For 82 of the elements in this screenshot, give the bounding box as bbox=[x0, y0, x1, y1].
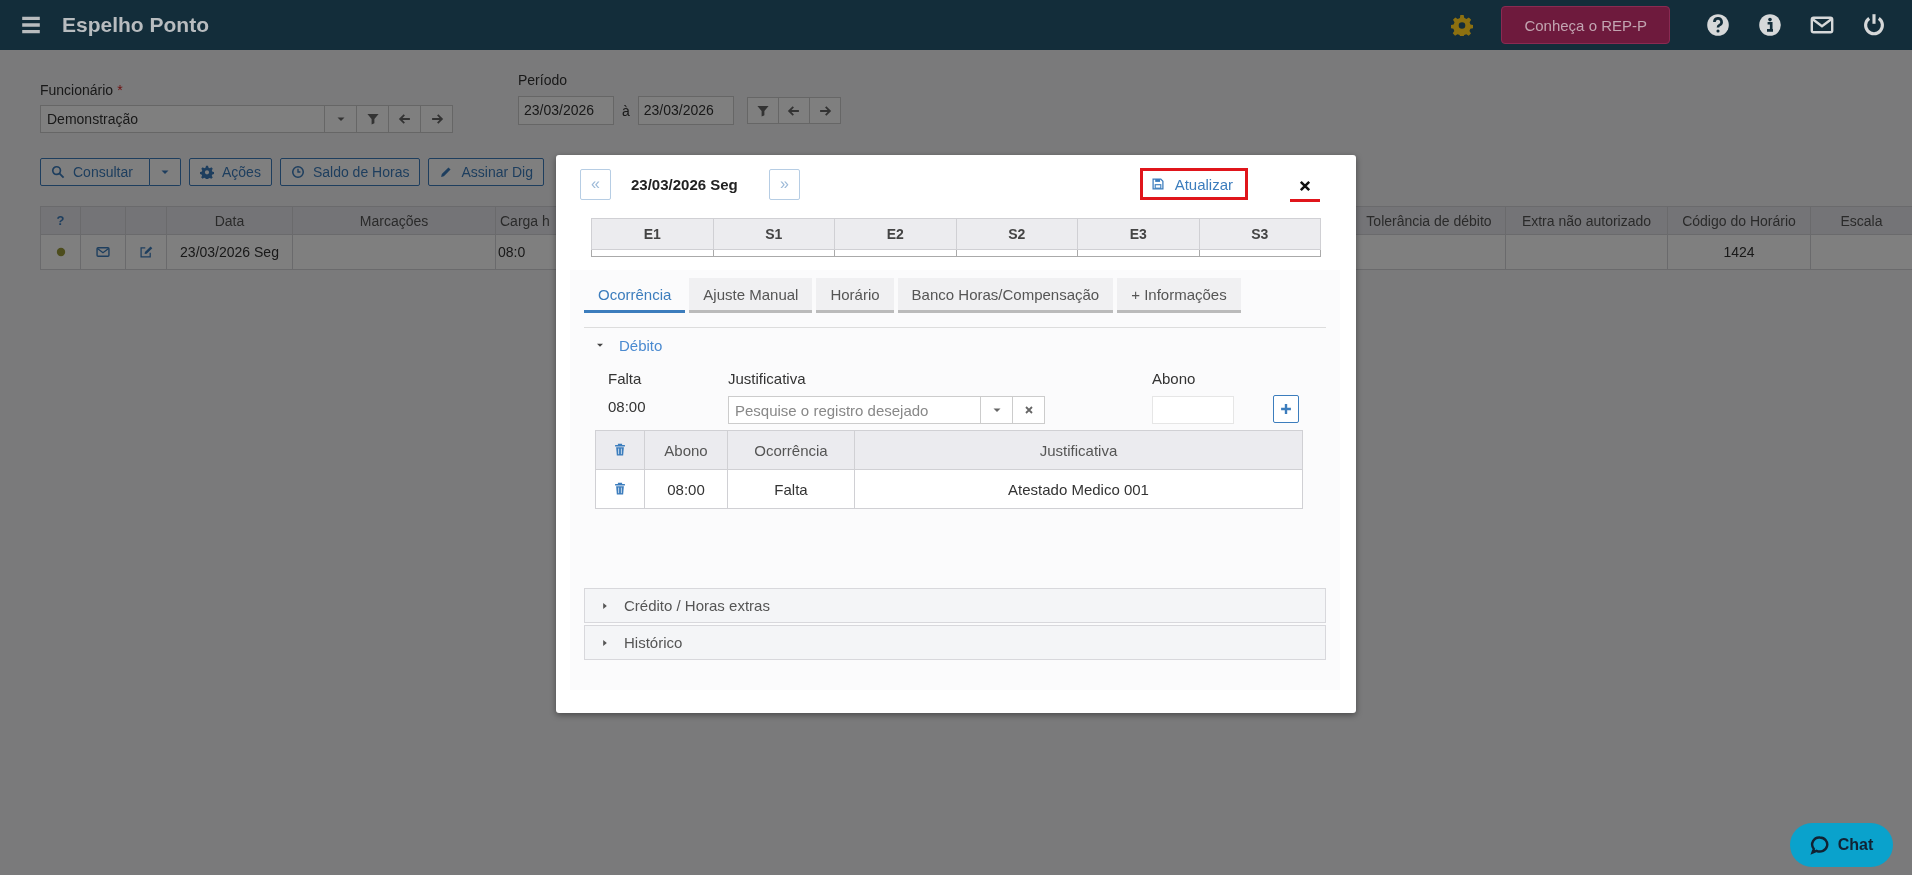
filter-button[interactable] bbox=[746, 97, 779, 124]
update-button[interactable]: Atualizar bbox=[1139, 168, 1248, 200]
clear-icon bbox=[1023, 405, 1034, 415]
column-header: E2 bbox=[834, 218, 956, 250]
trash-icon bbox=[613, 442, 627, 457]
status-dot-icon bbox=[54, 246, 67, 258]
power-icon bbox=[1862, 13, 1886, 37]
search-select[interactable]: Pesquise o registro desejado bbox=[728, 396, 1045, 424]
previous-button[interactable] bbox=[777, 97, 810, 124]
tab[interactable]: Banco Horas/Compensação bbox=[897, 278, 1114, 313]
column-header: E1 bbox=[591, 218, 713, 250]
table-cell: 08:00 bbox=[644, 469, 728, 509]
range-separator: à bbox=[622, 102, 630, 119]
employee-select[interactable]: Demonstração bbox=[40, 105, 453, 133]
next-button[interactable] bbox=[808, 97, 841, 124]
date-field[interactable]: 23/03/2026 bbox=[518, 96, 614, 125]
filter-icon bbox=[755, 103, 770, 118]
left-arrow-icon bbox=[786, 103, 801, 118]
mail-icon bbox=[96, 244, 110, 259]
right-arrow-icon bbox=[429, 112, 444, 126]
tab[interactable]: Horário bbox=[816, 278, 894, 313]
left-arrow-icon bbox=[397, 112, 412, 126]
toolbar-button[interactable]: Saldo de Horas bbox=[279, 158, 421, 186]
tab[interactable]: + Informações bbox=[1117, 278, 1241, 313]
section-header[interactable]: Crédito / Horas extras bbox=[584, 588, 1326, 623]
edit-icon bbox=[139, 244, 153, 259]
column-header[interactable]: Extra não autorizado bbox=[1505, 206, 1668, 235]
column-header[interactable]: Escala bbox=[1810, 206, 1912, 235]
chat-button[interactable]: Chat bbox=[1790, 823, 1893, 867]
column-header[interactable]: Código do Horário bbox=[1667, 206, 1811, 235]
field-label: Justificativa bbox=[728, 370, 807, 389]
column-header: Justificativa bbox=[854, 430, 1303, 470]
absence-value: 08:00 bbox=[608, 397, 647, 415]
column-header[interactable]: ? bbox=[40, 206, 81, 235]
pencil-icon bbox=[439, 165, 454, 179]
column-header: S1 bbox=[713, 218, 835, 250]
search-icon bbox=[51, 165, 65, 179]
help-icon bbox=[1706, 13, 1730, 37]
column-header: Abono bbox=[644, 430, 728, 470]
dropdown-button[interactable] bbox=[150, 158, 181, 186]
section-header[interactable]: Histórico bbox=[584, 625, 1326, 660]
section-header[interactable]: Débito bbox=[584, 330, 1326, 360]
add-button[interactable] bbox=[1273, 395, 1299, 423]
column-header: Ocorrência bbox=[727, 430, 855, 470]
filter-icon bbox=[365, 112, 380, 126]
gear-icon bbox=[200, 165, 214, 179]
field-label: Falta bbox=[608, 370, 643, 389]
column-header: S2 bbox=[956, 218, 1078, 250]
toolbar-button[interactable]: Ações bbox=[189, 158, 272, 186]
clock-icon bbox=[290, 165, 305, 179]
menu-icon bbox=[20, 14, 42, 36]
save-icon bbox=[1150, 177, 1165, 191]
toolbar-button[interactable]: Assinar Dig bbox=[428, 158, 545, 186]
tab[interactable]: Ocorrência bbox=[584, 278, 686, 313]
field-label: Período bbox=[518, 72, 569, 88]
column-header[interactable]: Marcações bbox=[292, 206, 496, 235]
tab[interactable]: Ajuste Manual bbox=[689, 278, 813, 313]
table-cell: Falta bbox=[727, 469, 855, 509]
table-cell: 1424 bbox=[1667, 234, 1811, 270]
column-header: S3 bbox=[1199, 218, 1321, 250]
dialog-date: 23/03/2026 Seg bbox=[631, 175, 739, 193]
column-header: E3 bbox=[1077, 218, 1199, 250]
column-header[interactable]: Data bbox=[166, 206, 293, 235]
settings-icon bbox=[1451, 14, 1474, 36]
promo-button[interactable]: Conheça o REP-P bbox=[1501, 6, 1670, 44]
trash-icon bbox=[613, 481, 627, 496]
input-field[interactable] bbox=[1152, 396, 1234, 424]
date-field[interactable]: 23/03/2026 bbox=[637, 96, 734, 125]
chat-bubble-icon bbox=[1809, 835, 1830, 855]
required-mark: * bbox=[117, 82, 123, 98]
plus-icon bbox=[1279, 402, 1293, 416]
info-icon bbox=[1758, 13, 1782, 37]
right-arrow-icon bbox=[817, 103, 832, 118]
table-cell: Atestado Medico 001 bbox=[854, 469, 1303, 509]
toolbar-button[interactable]: Consultar bbox=[40, 158, 150, 186]
field-label: Funcionário bbox=[40, 82, 114, 98]
field-label: Abono bbox=[1152, 370, 1197, 389]
next-day-button[interactable]: » bbox=[769, 168, 800, 200]
previous-day-button[interactable]: « bbox=[580, 168, 611, 200]
close-icon bbox=[1298, 178, 1312, 193]
table-cell: 23/03/2026 Seg bbox=[166, 234, 293, 270]
page-title: Espelho Ponto bbox=[62, 13, 209, 37]
